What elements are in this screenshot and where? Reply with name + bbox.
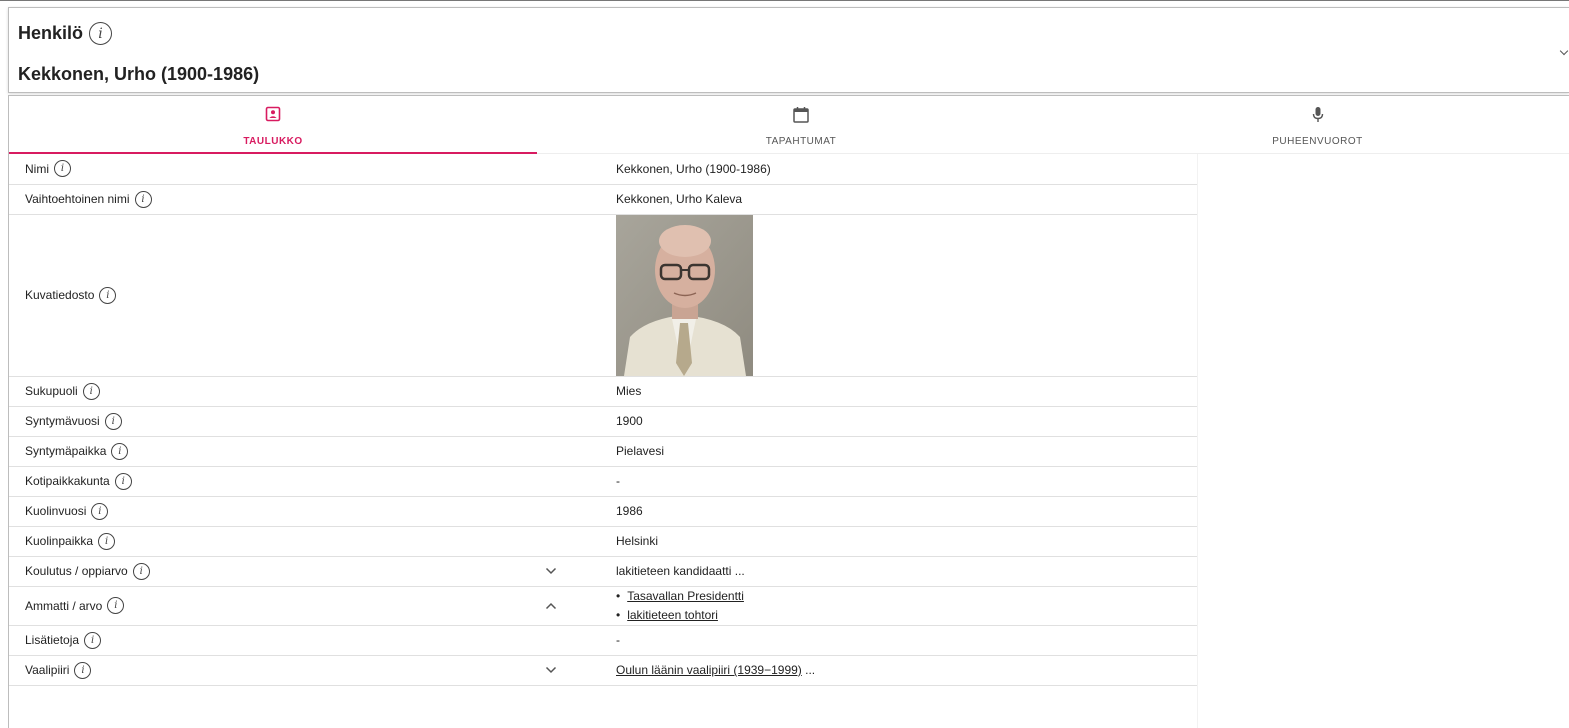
table-row: Sukupuoli i Mies [9,376,1197,407]
entity-type-row: Henkilö i [18,22,113,45]
property-value: Pielavesi [569,436,1197,467]
property-value: 1900 [569,406,1197,437]
info-icon[interactable]: i [82,382,100,400]
property-value: Mies [569,376,1197,407]
property-value: Helsinki [569,526,1197,557]
info-icon[interactable]: i [134,190,152,208]
chevron-down-icon[interactable] [545,663,557,677]
page-title: Kekkonen, Urho (1900-1986) [18,64,260,84]
table-edge [1197,154,1198,728]
property-label-cell: Syntymävuosi i [9,406,569,437]
property-value [569,214,1197,377]
property-label: Ammatti / arvo [25,598,103,613]
property-value: 1986 [569,496,1197,527]
property-label: Sukupuoli [25,384,78,398]
tabs-panel: TAULUKKO TAPAHTUMAT PUHEENVUOROT Nimi i … [8,95,1569,728]
property-label: Vaalipiiri [25,663,70,677]
property-label: Syntymävuosi [25,414,100,428]
tab-label: PUHEENVUOROT [1272,136,1363,147]
chevron-up-icon[interactable] [545,599,557,613]
table-row: Ammatti / arvo i Tasavallan Presidentti l… [9,586,1197,626]
table-row: Kuolinpaikka i Helsinki [9,526,1197,557]
property-label: Kuolinvuosi [25,504,87,518]
value-link[interactable]: Tasavallan Presidentti [627,589,744,603]
table-row: Lisätietoja i - [9,625,1197,656]
property-label-cell: Vaalipiiri i [9,655,569,686]
person-card-icon [265,106,281,127]
property-label: Kotipaikkakunta [25,474,110,488]
property-value: Tasavallan Presidentti lakitieteen tohto… [569,586,1197,626]
info-icon[interactable]: i [89,22,113,45]
property-label-cell: Kuolinvuosi i [9,496,569,527]
property-label-cell: Syntymäpaikka i [9,436,569,467]
tab-tapahtumat[interactable]: TAPAHTUMAT [537,96,1065,154]
entity-type-label: Henkilö [18,23,84,43]
property-label-cell: Kuvatiedosto i [9,214,569,377]
table-row: Kotipaikkakunta i - [9,466,1197,497]
tab-puheenvuorot[interactable]: PUHEENVUOROT [1065,96,1569,154]
calendar-icon [792,106,810,129]
entity-header: Henkilö i Kekkonen, Urho (1900-1986) [8,7,1569,93]
chevron-down-icon[interactable] [1559,46,1569,56]
tab-label: TAPAHTUMAT [765,136,837,147]
property-label-cell: Koulutus / oppiarvo i [9,556,569,587]
property-label-cell: Lisätietoja i [9,625,569,656]
tab-bar: TAULUKKO TAPAHTUMAT PUHEENVUOROT [9,96,1569,154]
chevron-down-icon[interactable] [545,564,557,578]
table-row: Kuolinvuosi i 1986 [9,496,1197,527]
properties-table: Nimi i Kekkonen, Urho (1900-1986) Vaihtoe… [9,154,1197,686]
table-row: Koulutus / oppiarvo i lakitieteen kandida… [9,556,1197,587]
table-row: Syntymäpaikka i Pielavesi [9,436,1197,467]
property-label-cell: Ammatti / arvo i [9,586,569,626]
property-label-cell: Sukupuoli i [9,376,569,407]
table-row: Nimi i Kekkonen, Urho (1900-1986) [9,154,1197,185]
property-value: Kekkonen, Urho (1900-1986) [569,154,1197,185]
property-label-cell: Kotipaikkakunta i [9,466,569,497]
info-icon[interactable]: i [107,597,125,614]
info-icon[interactable]: i [114,472,132,490]
value-link[interactable]: Oulun läänin vaalipiiri (1939−1999) [616,663,802,677]
property-label-cell: Vaihtoehtoinen nimi i [9,184,569,215]
table-row: Vaalipiiri i Oulun läänin vaalipiiri (193… [9,655,1197,686]
tab-label: TAULUKKO [243,136,303,147]
table-row: Vaihtoehtoinen nimi i Kekkonen, Urho Kale… [9,184,1197,215]
info-icon[interactable]: i [54,160,71,178]
info-icon[interactable]: i [91,502,109,520]
info-icon[interactable]: i [99,286,117,304]
list-item: Tasavallan Presidentti [616,587,1197,606]
info-icon[interactable]: i [84,631,102,649]
value-link[interactable]: lakitieteen tohtori [627,608,718,622]
property-label: Nimi [25,161,49,176]
list-item: lakitieteen tohtori [616,606,1197,625]
portrait-image[interactable] [616,214,753,376]
tab-taulukko[interactable]: TAULUKKO [9,96,537,154]
property-value: - [569,466,1197,497]
property-value: lakitieteen kandidaatti ... [569,556,1197,587]
property-label: Vaihtoehtoinen nimi [25,192,130,206]
table-row: Kuvatiedosto i [9,214,1197,377]
info-icon[interactable]: i [132,562,150,580]
property-label-cell: Kuolinpaikka i [9,526,569,557]
info-icon[interactable]: i [104,412,122,430]
info-icon[interactable]: i [74,661,92,679]
table-row: Syntymävuosi i 1900 [9,406,1197,437]
property-value: Kekkonen, Urho Kaleva [569,184,1197,215]
info-icon[interactable]: i [98,532,116,550]
property-label-cell: Nimi i [9,154,569,185]
value-list: Tasavallan Presidentti lakitieteen tohto… [616,587,1197,625]
value-ellipsis: ... [801,663,816,677]
property-label: Kuolinpaikka [25,534,94,548]
property-label: Kuvatiedosto [25,288,95,302]
property-value: Oulun läänin vaalipiiri (1939−1999) ... [569,655,1197,686]
property-label: Koulutus / oppiarvo [25,564,128,578]
microphone-icon [1311,106,1325,129]
info-icon[interactable]: i [111,442,129,460]
property-value: - [569,625,1197,656]
property-label: Syntymäpaikka [25,444,107,458]
property-label: Lisätietoja [25,633,80,647]
